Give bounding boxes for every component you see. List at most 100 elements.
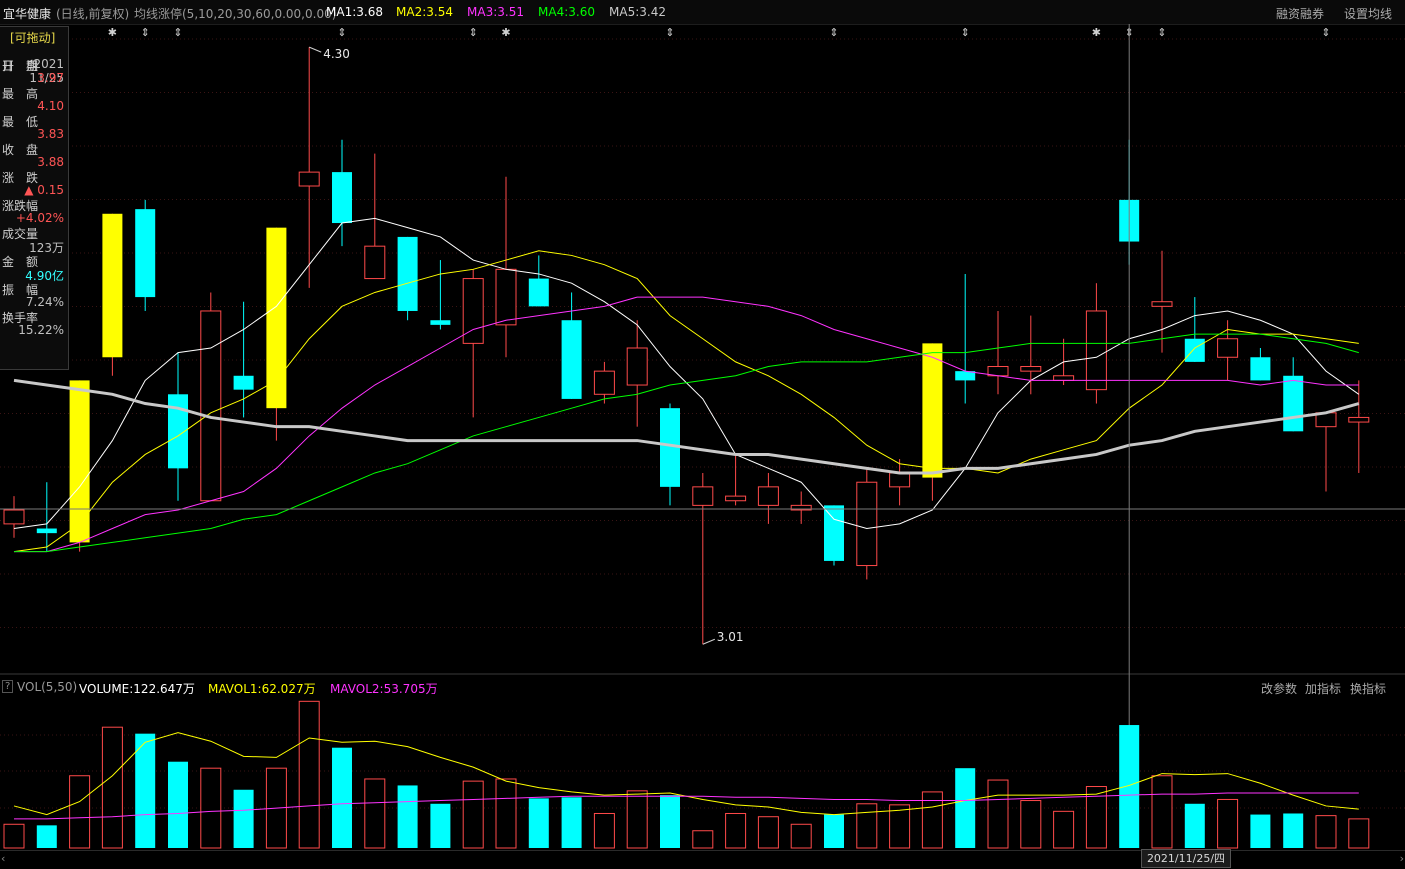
info-label: 最 高: [2, 87, 39, 101]
event-marker-icon: ⇕: [337, 26, 346, 39]
info-value: 3.97: [37, 71, 64, 85]
candle-body: [364, 245, 386, 280]
volume-bar: [1217, 798, 1239, 849]
info-value: 3.88: [37, 155, 64, 169]
price-annotation: 3.01: [717, 630, 744, 644]
scroll-right-icon[interactable]: ›: [1400, 852, 1404, 865]
event-marker-icon: ⇕: [961, 26, 970, 39]
volume-bar: [955, 768, 976, 848]
info-label: 最 低: [2, 115, 39, 129]
volume-bar: [1348, 818, 1370, 849]
add-indicator-button[interactable]: 加指标: [1305, 680, 1341, 697]
mavol2-value: MAVOL2:53.705万: [330, 682, 438, 696]
volume-bar: [1283, 813, 1304, 848]
candle-body: [561, 320, 582, 399]
candle-body: [36, 528, 57, 534]
info-panel[interactable]: [可拖动] 日 期 2021 11/25 开 盘 3.97 最 高 4.10 最 低 3.83 收…: [0, 26, 69, 370]
candle-body: [298, 171, 320, 187]
candle-body: [3, 509, 25, 525]
price-annotation: 4.30: [323, 47, 350, 61]
volume-bar: [757, 816, 779, 849]
collapse-icon[interactable]: ?: [2, 680, 14, 693]
candle-body: [1250, 357, 1271, 381]
volume-bar: [200, 767, 222, 849]
volume-bar: [36, 825, 57, 848]
candle-body: [593, 370, 615, 395]
volume-bar: [332, 747, 352, 848]
volume-bar: [824, 814, 844, 848]
candle-body: [102, 213, 123, 358]
event-marker-icon: ⇕: [829, 26, 838, 39]
volume-bar: [430, 803, 451, 848]
candle-body: [135, 209, 156, 298]
kline-chart[interactable]: ✱⇕⇕⇕⇕✱⇕⇕⇕✱⇕⇕⇕4.303.011011121314151819202…: [0, 0, 1405, 868]
info-value: 7.24%: [25, 295, 64, 309]
candle-body: [495, 268, 517, 326]
candle-body: [266, 227, 287, 409]
volume-bar: [69, 775, 91, 849]
candle-body: [332, 172, 352, 224]
cursor-date-label: 2021/11/25/四: [1141, 849, 1231, 868]
volume-bar: [1020, 800, 1042, 849]
edit-params-button[interactable]: 改参数: [1261, 680, 1297, 697]
candle-body: [1217, 338, 1239, 358]
volume-bar: [987, 779, 1009, 849]
event-marker-icon: ⇕: [469, 26, 478, 39]
volume-bar: [1250, 814, 1271, 848]
volume-bar: [298, 700, 320, 849]
volume-indicator-name[interactable]: VOL(5,50): [17, 680, 77, 694]
scroll-left-icon[interactable]: ‹: [1, 852, 5, 865]
volume-bar: [495, 778, 517, 849]
volume-bar: [364, 778, 386, 849]
candle-body: [1151, 301, 1173, 307]
volume-bar: [1315, 815, 1337, 849]
volume-bar: [3, 823, 25, 849]
candle-body: [233, 375, 254, 390]
info-value: 2021: [33, 57, 64, 71]
info-value: 15.22%: [18, 323, 64, 337]
volume-bar: [1053, 810, 1075, 849]
info-value: ▲ 0.15: [24, 183, 64, 197]
volume-bar: [135, 733, 156, 848]
candle-body: [626, 347, 648, 386]
candle-body: [1053, 375, 1075, 381]
candle-body: [200, 310, 222, 502]
event-marker-icon: ⇕: [1321, 26, 1330, 39]
drag-handle[interactable]: [可拖动]: [10, 29, 55, 46]
volume-bar: [462, 780, 484, 849]
candle-body: [824, 505, 844, 561]
candle-body: [430, 320, 451, 325]
volume-header: ? VOL(5,50) VOLUME:122.647万 MAVOL1:62.02…: [0, 677, 1405, 697]
volume-bar: [1151, 775, 1173, 849]
candle-body: [1283, 375, 1304, 432]
candle-body: [1020, 366, 1042, 372]
info-value: 3.83: [37, 127, 64, 141]
annotation-arrow: [309, 46, 322, 53]
volume-bar: [1184, 803, 1205, 848]
volume-bar: [101, 726, 123, 849]
candle-body: [1184, 338, 1205, 362]
volume-bar: [660, 795, 680, 848]
event-marker-icon: ✱: [108, 26, 117, 39]
candle-body: [397, 236, 418, 311]
volume-bar: [528, 798, 549, 848]
volume-bar: [397, 785, 418, 848]
volume-bar: [856, 803, 878, 849]
volume-bar: [889, 804, 911, 849]
volume-value: VOLUME:122.647万: [79, 682, 195, 696]
volume-bar: [725, 812, 747, 849]
volume-bar: [1119, 725, 1140, 848]
volume-bar: [593, 812, 615, 849]
event-marker-icon: ✱: [501, 26, 510, 39]
candle-body: [1085, 310, 1107, 391]
event-marker-icon: ⇕: [1157, 26, 1166, 39]
volume-bar: [233, 789, 254, 848]
info-value: 4.10: [37, 99, 64, 113]
candle-body: [1348, 416, 1370, 423]
event-marker-icon: ✱: [1092, 26, 1101, 39]
volume-bar: [626, 790, 648, 849]
volume-bar: [168, 761, 188, 848]
volume-bar: [790, 823, 812, 849]
candle-body: [856, 481, 878, 567]
switch-indicator-button[interactable]: 换指标: [1350, 680, 1386, 697]
